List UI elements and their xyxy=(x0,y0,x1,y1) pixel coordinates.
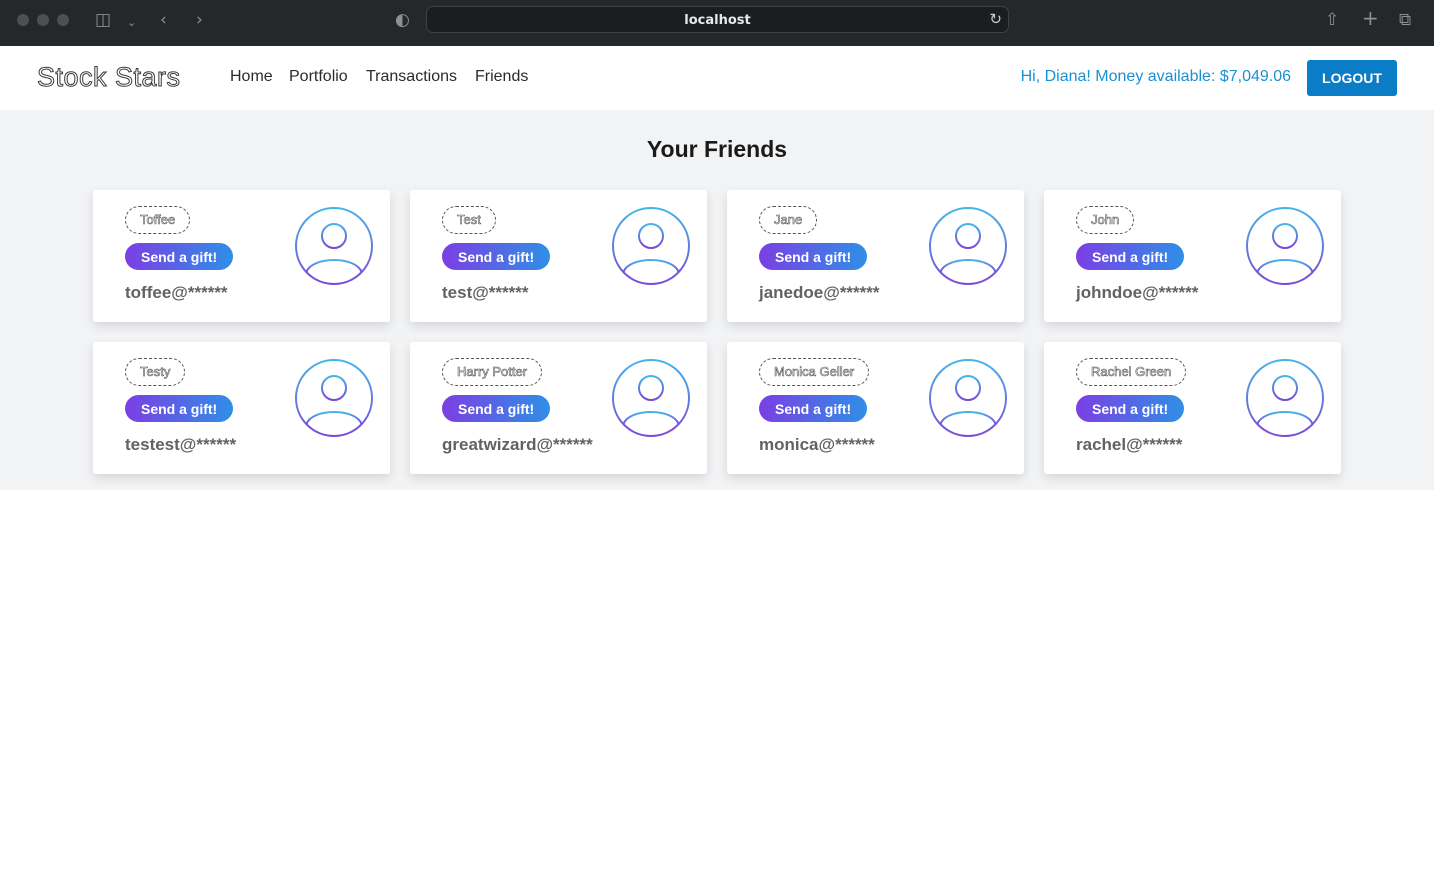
logout-button[interactable]: LOGOUT xyxy=(1307,60,1397,96)
send-gift-button[interactable]: Send a gift! xyxy=(125,243,234,270)
friend-email: johndoe@****** xyxy=(1076,283,1199,302)
friend-email: test@****** xyxy=(442,283,529,302)
new-tab-icon[interactable]: + xyxy=(1362,8,1379,28)
user-avatar-icon xyxy=(929,359,1007,437)
sidebar-toggle-icon[interactable]: ◫ xyxy=(95,10,111,30)
friend-email: testest@****** xyxy=(125,435,237,454)
nav-link-portfolio[interactable]: Portfolio xyxy=(289,68,348,86)
friend-card: Rachel Green Send a gift! rachel@****** xyxy=(1044,342,1341,474)
friend-card: Monica Geller Send a gift! monica@****** xyxy=(727,342,1024,474)
send-gift-button[interactable]: Send a gift! xyxy=(759,243,868,270)
shield-icon[interactable]: ◐ xyxy=(395,10,410,30)
nav-link-transactions[interactable]: Transactions xyxy=(366,68,457,86)
friend-email: toffee@****** xyxy=(125,283,228,302)
user-avatar-icon xyxy=(295,359,373,437)
address-bar[interactable]: localhost ↻ xyxy=(426,6,1009,33)
friend-name: Jane xyxy=(759,206,818,234)
send-gift-button[interactable]: Send a gift! xyxy=(1076,243,1185,270)
friend-card: Testy Send a gift! testest@****** xyxy=(93,342,390,474)
forward-arrow-icon[interactable]: › xyxy=(196,10,203,30)
tab-overview-icon[interactable]: ⧉ xyxy=(1399,10,1411,30)
friend-card: Toffee Send a gift! toffee@****** xyxy=(93,190,390,322)
friend-name: John xyxy=(1076,206,1135,234)
send-gift-button[interactable]: Send a gift! xyxy=(125,395,234,422)
friend-name: Monica Geller xyxy=(759,358,870,386)
close-window-dot[interactable] xyxy=(17,14,29,26)
friend-card: Harry Potter Send a gift! greatwizard@**… xyxy=(410,342,707,474)
nav-link-friends[interactable]: Friends xyxy=(475,68,528,86)
friend-email: monica@****** xyxy=(759,435,875,454)
friend-name: Test xyxy=(442,206,496,234)
send-gift-button[interactable]: Send a gift! xyxy=(442,243,551,270)
send-gift-button[interactable]: Send a gift! xyxy=(1076,395,1185,422)
url-text: localhost xyxy=(684,13,751,28)
friend-card: Test Send a gift! test@****** xyxy=(410,190,707,322)
friend-name: Testy xyxy=(125,358,186,386)
friend-name: Rachel Green xyxy=(1076,358,1187,386)
user-avatar-icon xyxy=(1246,207,1324,285)
friend-card: Jane Send a gift! janedoe@****** xyxy=(727,190,1024,322)
back-arrow-icon[interactable]: ‹ xyxy=(160,10,167,30)
money-available-text: Hi, Diana! Money available: $7,049.06 xyxy=(1020,68,1291,85)
chevron-down-icon[interactable]: ⌄ xyxy=(127,13,136,33)
user-avatar-icon xyxy=(295,207,373,285)
nav-link-home[interactable]: Home xyxy=(230,68,273,86)
zoom-window-dot[interactable] xyxy=(57,14,69,26)
friends-section: Your Friends Toffee Send a gift! toffee@… xyxy=(0,110,1434,490)
user-avatar-icon xyxy=(612,207,690,285)
app-navbar: Stock Stars Home Portfolio Transactions … xyxy=(0,46,1434,110)
send-gift-button[interactable]: Send a gift! xyxy=(442,395,551,422)
reload-icon[interactable]: ↻ xyxy=(989,10,1002,28)
friend-email: greatwizard@****** xyxy=(442,435,593,454)
minimize-window-dot[interactable] xyxy=(37,14,49,26)
user-avatar-icon xyxy=(1246,359,1324,437)
page-title: Your Friends xyxy=(646,136,788,162)
browser-toolbar: ◫ ⌄ ‹ › ◐ localhost ↻ ⇧ + ⧉ xyxy=(0,0,1434,46)
friend-card: John Send a gift! johndoe@****** xyxy=(1044,190,1341,322)
user-avatar-icon xyxy=(612,359,690,437)
send-gift-button[interactable]: Send a gift! xyxy=(759,395,868,422)
friend-email: janedoe@****** xyxy=(759,283,880,302)
user-avatar-icon xyxy=(929,207,1007,285)
friend-email: rachel@****** xyxy=(1076,435,1183,454)
friend-name: Harry Potter xyxy=(442,358,543,386)
friend-name: Toffee xyxy=(125,206,191,234)
brand-logo[interactable]: Stock Stars xyxy=(37,62,181,93)
share-icon[interactable]: ⇧ xyxy=(1325,10,1339,30)
